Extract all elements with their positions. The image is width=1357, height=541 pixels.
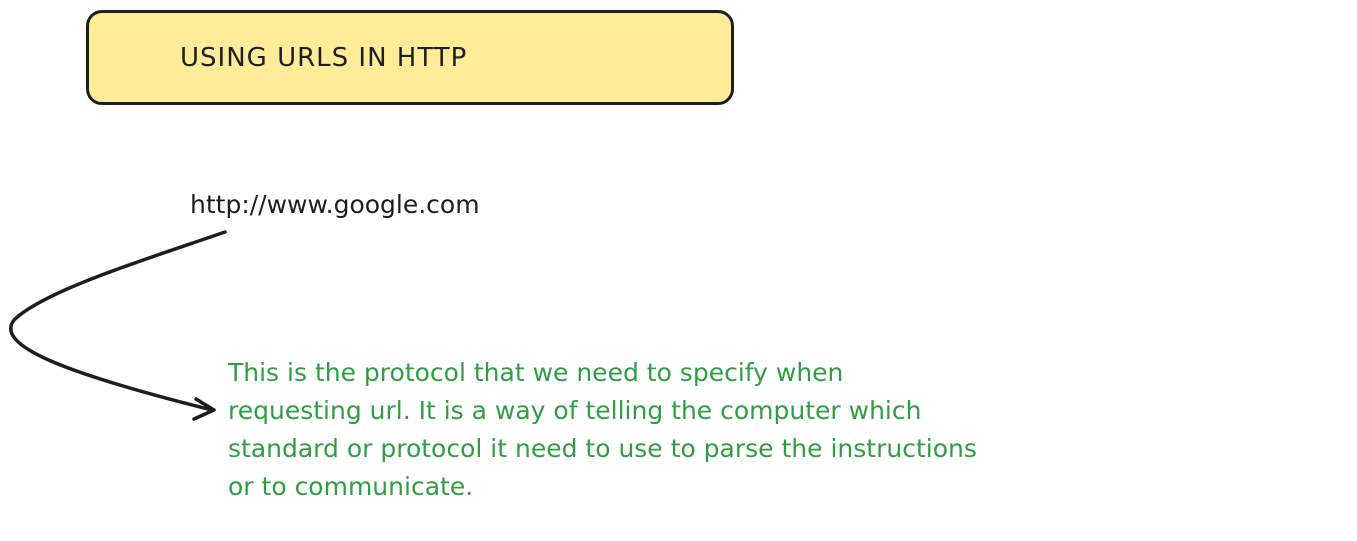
annotation-line-1: This is the protocol that we need to spe… xyxy=(228,358,844,387)
arrow-curve xyxy=(9,230,227,412)
annotation-line-4: or to communicate. xyxy=(228,472,474,501)
annotation-line-2: requesting url. It is a way of telling t… xyxy=(228,396,922,425)
annotation-line-3: standard or protocol it need to use to p… xyxy=(228,434,977,463)
protocol-annotation: This is the protocol that we need to spe… xyxy=(228,354,1353,506)
